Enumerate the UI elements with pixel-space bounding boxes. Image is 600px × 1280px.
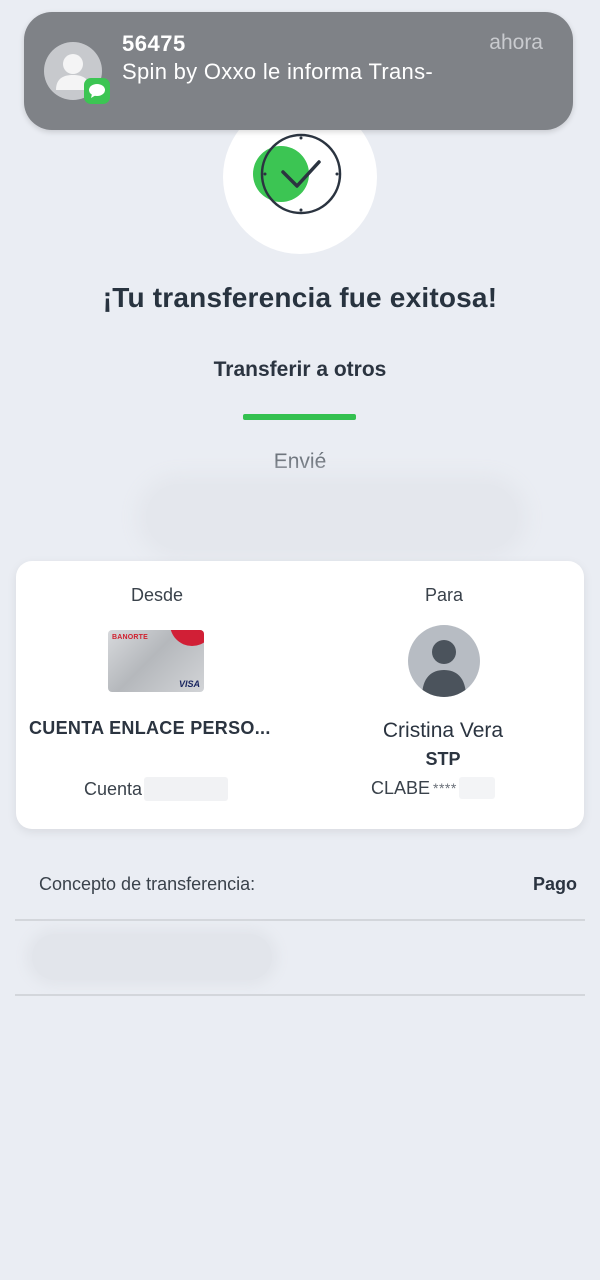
sent-label: Envié <box>273 450 327 473</box>
divider <box>15 994 585 996</box>
recipient-avatar <box>408 625 480 697</box>
to-label: Para <box>424 585 464 605</box>
card-network: VISA <box>178 679 200 689</box>
recipient-clabe: CLABE **** <box>371 777 495 799</box>
concept-row: Concepto de transferencia: Pago <box>0 862 600 906</box>
notification-banner[interactable]: 56475 ahora Spin by Oxxo le informa Tran… <box>24 12 573 130</box>
success-title: ¡Tu transferencia fue exitosa! <box>102 282 498 313</box>
recipient-name: Cristina Vera <box>382 719 504 742</box>
card-brand: BANORTE <box>112 634 149 641</box>
transfer-details-card: Desde Para BANORTE VISA CUENTA ENLACE PE… <box>16 561 584 829</box>
from-label: Desde <box>130 585 184 605</box>
clabe-masked: **** <box>433 780 457 796</box>
recipient-bank: STP <box>425 749 461 769</box>
notification-time: ahora <box>489 31 543 54</box>
notification-body: Spin by Oxxo le informa Trans- <box>122 59 434 84</box>
clabe-label: CLABE <box>371 777 431 798</box>
messages-icon <box>84 78 110 104</box>
redacted-row <box>32 934 272 980</box>
accent-underline <box>243 414 356 420</box>
account-number-redacted <box>144 777 229 801</box>
person-icon <box>422 640 466 697</box>
amount-redacted <box>146 484 518 550</box>
card-red-accent <box>170 630 204 646</box>
source-account-number: Cuenta <box>84 777 229 801</box>
bank-card-image: BANORTE VISA <box>108 630 204 692</box>
source-account-name: CUENTA ENLACE PERSO... <box>29 718 271 738</box>
transfer-type-label: Transferir a otros <box>213 358 387 381</box>
notification-sender: 56475 <box>122 31 186 56</box>
concept-value: Pago <box>532 874 577 894</box>
clabe-redacted <box>458 777 495 799</box>
account-label: Cuenta <box>84 778 143 799</box>
concept-label: Concepto de transferencia: <box>39 874 256 894</box>
divider <box>15 919 585 921</box>
